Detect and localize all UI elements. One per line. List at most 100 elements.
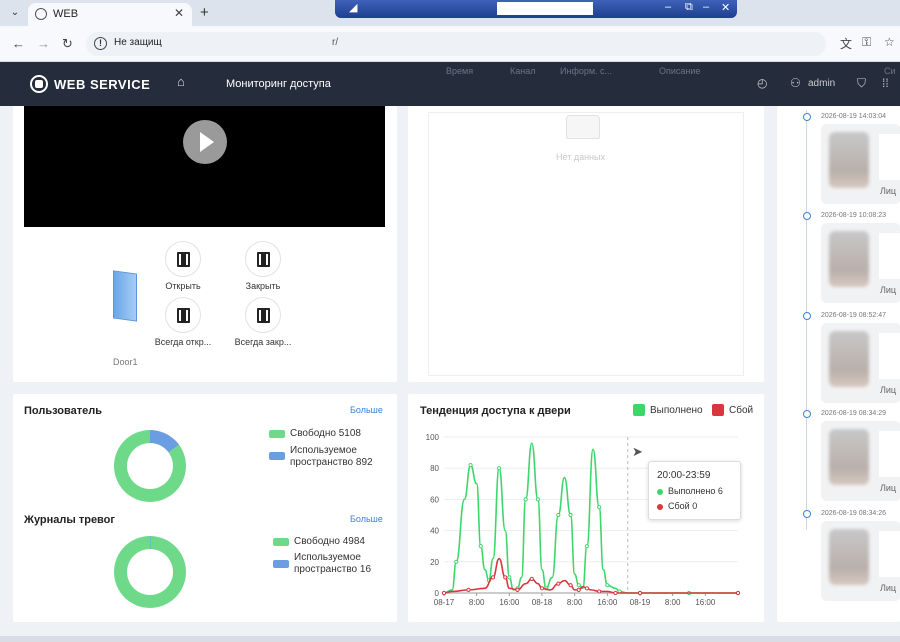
timeline-label: Лиц	[880, 186, 897, 196]
y-tick-label: 80	[430, 464, 439, 473]
legend-fail-label[interactable]: Сбой	[729, 405, 753, 417]
minimize-icon[interactable]: –	[665, 1, 671, 13]
ghost-column-time: Время	[446, 66, 474, 76]
browser-tab[interactable]: WEB ✕	[28, 3, 192, 26]
data-point	[503, 575, 508, 580]
timeline-card[interactable]: Лиц	[821, 421, 900, 501]
data-point	[466, 587, 471, 592]
timeline-label: Лиц	[880, 385, 897, 395]
users-used-swatch	[269, 452, 285, 460]
new-tab-button[interactable]: +	[200, 4, 209, 21]
cursor-icon: ➤	[632, 444, 643, 459]
open-door-button[interactable]	[165, 241, 201, 277]
star-icon[interactable]: ☆	[884, 35, 895, 49]
y-tick-label: 100	[426, 433, 440, 442]
users-more-link[interactable]: Больше	[350, 405, 383, 415]
user-icon[interactable]: ⚇	[790, 76, 801, 90]
data-point	[556, 512, 561, 518]
remote-window-title	[497, 2, 593, 15]
data-point	[535, 497, 541, 502]
y-tick-label: 0	[435, 589, 440, 598]
data-point	[605, 583, 610, 588]
data-point	[556, 581, 561, 586]
data-point	[515, 587, 520, 592]
data-point	[637, 590, 643, 596]
timeline-card[interactable]: Лиц	[821, 521, 900, 601]
tab-title: WEB	[53, 8, 79, 20]
app-logo: WEB SERVICE	[54, 77, 151, 92]
tooltip-fail-dot	[657, 504, 663, 510]
x-tick-label: 8:00	[567, 598, 583, 607]
legend-success-label[interactable]: Выполнено	[650, 405, 703, 417]
face-photo	[829, 132, 869, 188]
user-name[interactable]: admin	[808, 78, 835, 89]
always-closed-button[interactable]	[245, 297, 281, 333]
translate-icon[interactable]: 文	[840, 35, 852, 52]
always-open-label: Всегда откр...	[154, 337, 212, 347]
video-preview[interactable]	[24, 106, 385, 227]
legend-success-swatch	[633, 404, 645, 416]
play-icon[interactable]	[183, 120, 227, 164]
trend-chart[interactable]: 0 20 40 60 80 100 08-17 8:00 16:00 08-18 8:00 16:00…	[408, 420, 764, 620]
face-photo	[829, 529, 869, 585]
tooltip-title: 20:00-23:59	[657, 470, 711, 481]
reload-button[interactable]: ↻	[62, 36, 73, 52]
timeline-card[interactable]: Лиц	[821, 124, 900, 204]
timeline-label: Лиц	[880, 583, 897, 593]
monitor-icon[interactable]: ◴	[757, 76, 767, 90]
users-donut	[114, 430, 186, 502]
data-point	[523, 497, 528, 502]
door-name: Door1	[113, 357, 138, 367]
chart-tooltip: 20:00-23:59 Выполнено 6 Сбой 0	[648, 461, 741, 520]
signal-icon: ◢	[349, 2, 358, 14]
app-header: WEB SERVICE ⌂ Мониторинг доступа Время К…	[0, 62, 900, 106]
x-tick-label: 16:00	[499, 598, 520, 607]
card-detail	[879, 333, 900, 379]
tab-search-icon[interactable]: ⌄	[8, 6, 22, 20]
door-open-icon	[177, 252, 190, 267]
timeline-label: Лиц	[880, 483, 897, 493]
face-photo	[829, 429, 869, 485]
data-point	[478, 544, 483, 549]
timeline-dot	[803, 312, 811, 320]
door-close-icon	[257, 252, 270, 267]
home-icon[interactable]: ⌂	[177, 74, 185, 89]
timeline-card[interactable]: Лиц	[821, 323, 900, 403]
close-icon[interactable]: ✕	[721, 1, 730, 14]
empty-box-icon	[566, 115, 600, 139]
address-bar[interactable]: ! Не защищ r/	[86, 32, 826, 56]
minimize2-icon[interactable]: –	[703, 1, 709, 13]
data-point	[597, 505, 602, 510]
timeline-card[interactable]: Лиц	[821, 223, 900, 303]
always-open-button[interactable]	[165, 297, 201, 333]
alarms-free-swatch	[273, 538, 289, 546]
key-icon[interactable]: ⚿	[862, 35, 871, 50]
card-detail	[879, 134, 900, 180]
alarms-more-link[interactable]: Больше	[350, 514, 383, 524]
data-point	[568, 583, 573, 588]
back-button[interactable]: ←	[12, 36, 25, 51]
logo-icon	[30, 75, 48, 93]
grid-icon[interactable]: ⁞⁞	[882, 76, 889, 90]
data-point	[497, 466, 502, 471]
timeline-label: Лиц	[880, 285, 897, 295]
data-point	[468, 462, 473, 468]
x-tick-label: 08-18	[532, 598, 553, 607]
users-free-label: Свободно 5108	[290, 428, 361, 439]
tab-close-icon[interactable]: ✕	[174, 6, 184, 20]
forward-button[interactable]: →	[37, 36, 50, 51]
door-always-closed-icon	[257, 308, 270, 323]
face-photo	[829, 231, 869, 287]
ghost-column-channel: Канал	[510, 66, 536, 76]
users-used-label: Используемое пространство 892	[290, 445, 373, 468]
browser-toolbar: ← → ↻ ! Не защищ r/ 文 ⚿ ☆	[0, 26, 900, 62]
shield-icon[interactable]: ⛉	[857, 76, 866, 91]
x-tick-label: 16:00	[597, 598, 618, 607]
alarms-title: Журналы тревог	[24, 514, 115, 526]
alarms-used-label: Используемое пространство 16	[294, 552, 372, 575]
data-point	[529, 576, 534, 582]
series-line	[443, 557, 738, 594]
restore-icon[interactable]: ⧉	[685, 1, 693, 14]
door-icon	[113, 270, 137, 322]
close-door-button[interactable]	[245, 241, 281, 277]
